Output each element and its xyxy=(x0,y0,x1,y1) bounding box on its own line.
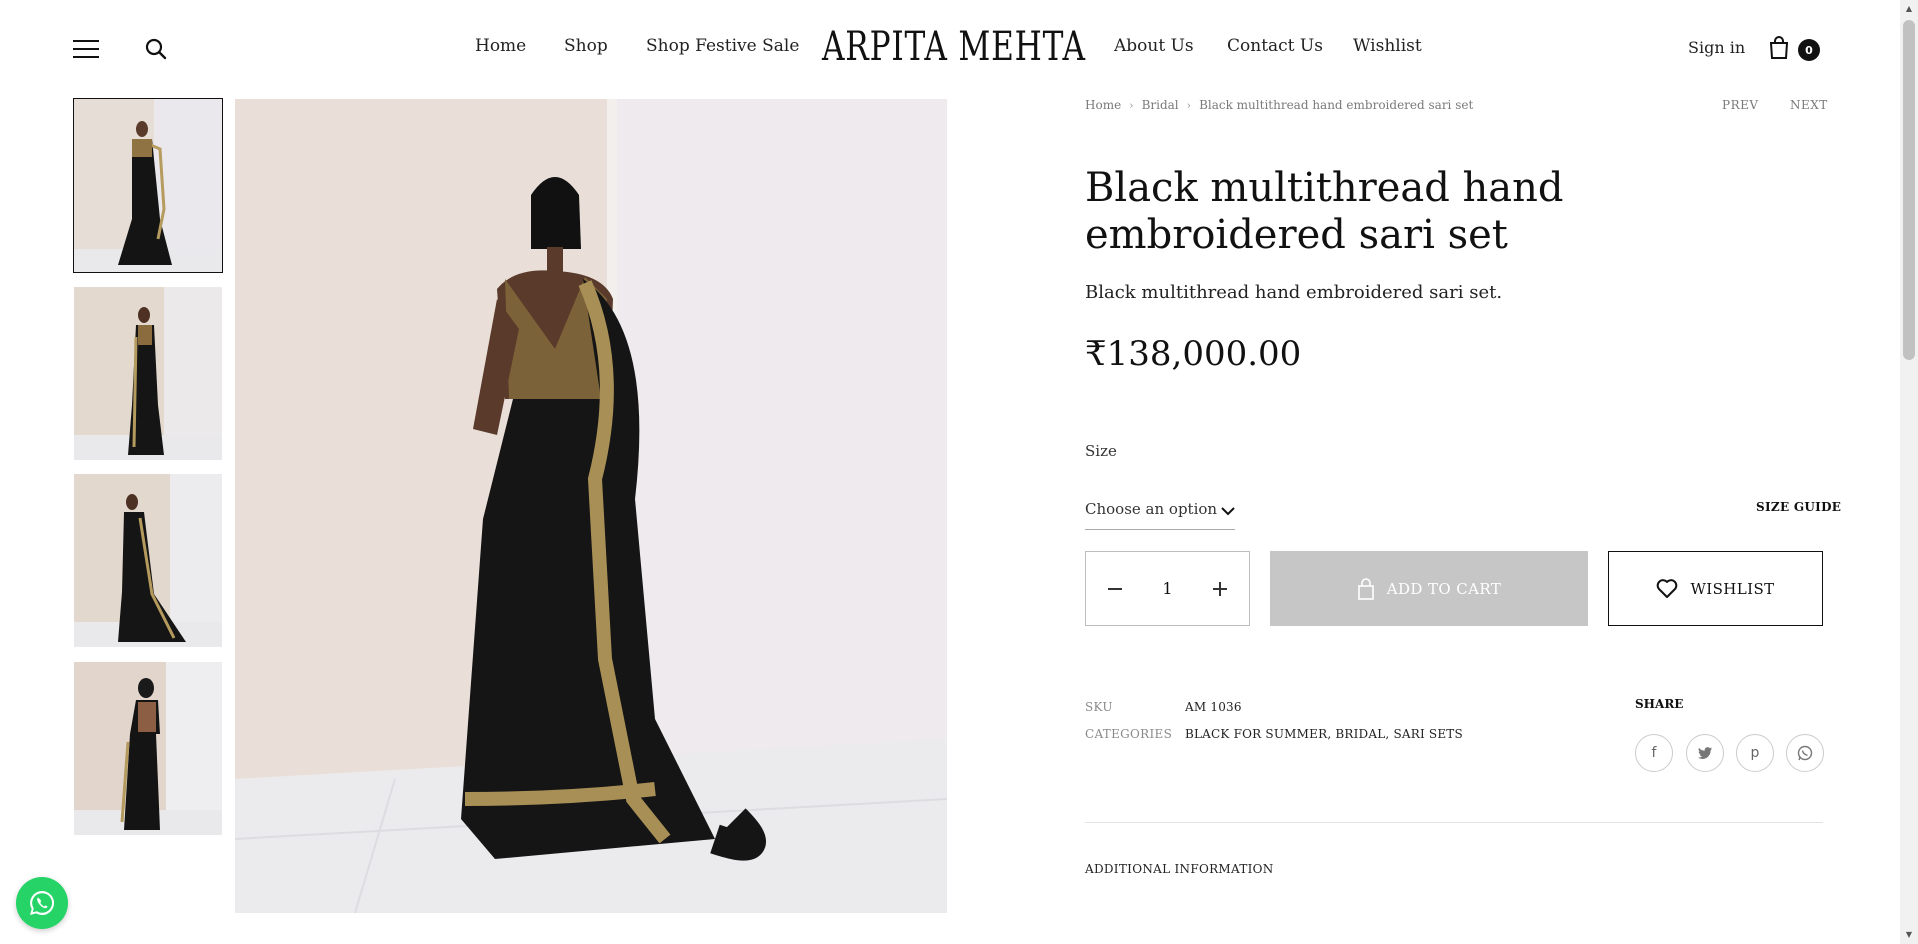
plus-icon[interactable] xyxy=(1210,579,1230,599)
breadcrumb-bridal[interactable]: Bridal xyxy=(1142,98,1179,112)
sign-in-link[interactable]: Sign in xyxy=(1688,38,1745,57)
divider xyxy=(1085,822,1823,823)
nav-shop-festive-sale[interactable]: Shop Festive Sale xyxy=(646,36,799,56)
size-label: Size xyxy=(1085,442,1117,460)
thumbnail-1[interactable] xyxy=(73,98,223,273)
add-to-cart-button[interactable]: ADD TO CART xyxy=(1270,551,1588,626)
thumbnail-4[interactable] xyxy=(74,662,222,835)
pinterest-icon[interactable]: p xyxy=(1736,734,1774,772)
minus-icon[interactable] xyxy=(1105,579,1125,599)
scroll-down-arrow-icon[interactable]: ▼ xyxy=(1903,929,1915,941)
bag-icon[interactable] xyxy=(1768,36,1790,60)
nav-contact-us[interactable]: Contact Us xyxy=(1227,36,1323,56)
product-short-description: Black multithread hand embroidered sari … xyxy=(1085,282,1503,303)
twitter-icon[interactable] xyxy=(1686,734,1724,772)
thumbnail-3[interactable] xyxy=(74,474,222,647)
brand-logo[interactable]: ARPITA MEHTA xyxy=(822,24,1085,72)
whatsapp-share-icon[interactable] xyxy=(1786,734,1824,772)
nav-shop[interactable]: Shop xyxy=(564,36,608,56)
product-price: ₹138,000.00 xyxy=(1085,334,1302,374)
facebook-icon[interactable]: f xyxy=(1635,734,1673,772)
lock-bag-icon xyxy=(1357,577,1374,600)
share-label: SHARE xyxy=(1635,697,1684,711)
breadcrumb-home[interactable]: Home xyxy=(1085,98,1121,112)
quantity-value[interactable]: 1 xyxy=(1162,579,1172,598)
nav-about-us[interactable]: About Us xyxy=(1114,36,1194,56)
prev-product-link[interactable]: PREV xyxy=(1722,98,1759,112)
breadcrumb: Home › Bridal › Black multithread hand e… xyxy=(1085,98,1473,112)
heart-icon xyxy=(1657,578,1678,598)
next-product-link[interactable]: NEXT xyxy=(1790,98,1828,112)
wishlist-label: WISHLIST xyxy=(1690,579,1775,598)
chevron-right-icon: › xyxy=(1186,98,1192,112)
size-select-value: Choose an option xyxy=(1085,500,1218,518)
quantity-stepper: 1 xyxy=(1085,551,1250,626)
sku-value: AM 1036 xyxy=(1185,700,1242,714)
thumbnail-2[interactable] xyxy=(74,287,222,460)
nav-wishlist[interactable]: Wishlist xyxy=(1353,36,1422,56)
size-guide-link[interactable]: SIZE GUIDE xyxy=(1756,500,1841,514)
scroll-up-arrow-icon[interactable]: ▲ xyxy=(1903,3,1915,15)
categories-label: CATEGORIES xyxy=(1085,727,1173,741)
nav-home[interactable]: Home xyxy=(475,36,526,56)
wishlist-button[interactable]: WISHLIST xyxy=(1608,551,1823,626)
scrollbar-thumb[interactable] xyxy=(1903,20,1915,360)
add-to-cart-label: ADD TO CART xyxy=(1386,579,1502,598)
additional-information-tab[interactable]: ADDITIONAL INFORMATION xyxy=(1085,862,1274,876)
main-product-image[interactable] xyxy=(235,99,947,913)
size-select[interactable]: Choose an option xyxy=(1085,500,1235,530)
product-title: Black multithread hand embroidered sari … xyxy=(1085,165,1564,258)
product-page: Home Shop Shop Festive Sale ARPITA MEHTA… xyxy=(0,0,1918,944)
categories-value[interactable]: BLACK FOR SUMMER, BRIDAL, SARI SETS xyxy=(1185,727,1463,741)
whatsapp-icon[interactable] xyxy=(16,877,68,929)
cart-count-badge[interactable]: 0 xyxy=(1798,39,1820,61)
sku-label: SKU xyxy=(1085,700,1113,714)
breadcrumb-current: Black multithread hand embroidered sari … xyxy=(1199,98,1474,112)
hamburger-icon[interactable] xyxy=(73,40,99,58)
search-icon[interactable] xyxy=(145,38,167,60)
chevron-right-icon: › xyxy=(1129,98,1134,112)
chevron-down-icon xyxy=(1221,507,1235,516)
